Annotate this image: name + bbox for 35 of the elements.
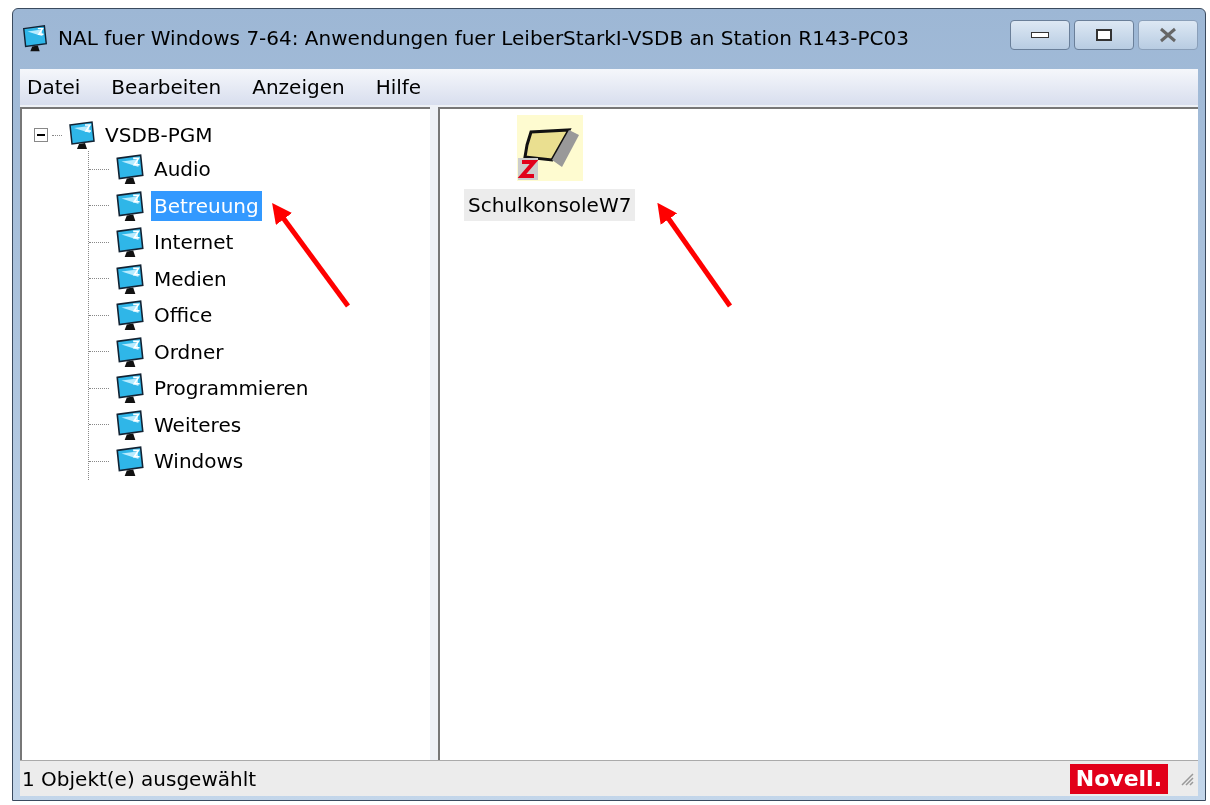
monitor-icon	[113, 334, 147, 369]
tree-item[interactable]: Weiteres	[151, 409, 245, 440]
monitor-icon	[113, 407, 147, 442]
tree-item[interactable]: Audio	[151, 154, 214, 185]
monitor-icon	[20, 23, 50, 53]
status-text: 1 Objekt(e) ausgewählt	[21, 765, 257, 793]
maximize-button[interactable]	[1074, 20, 1134, 50]
tree-item[interactable]: Windows	[151, 446, 247, 477]
monitor-icon	[113, 225, 147, 260]
tree-item[interactable]: Programmieren	[151, 373, 312, 404]
monitor-icon	[113, 298, 147, 333]
close-icon	[1158, 27, 1178, 43]
menu-item[interactable]: Datei	[25, 72, 83, 102]
resize-grip-icon[interactable]	[1180, 771, 1194, 786]
menu-item[interactable]: Hilfe	[373, 72, 424, 102]
monitor-icon	[113, 152, 147, 187]
window-title: NAL fuer Windows 7-64: Anwendungen fuer LeiberStarkI-VSDB an Station R143-PC03	[58, 25, 910, 52]
monitor-icon	[113, 371, 147, 406]
monitor-icon	[113, 444, 147, 479]
close-button[interactable]	[1138, 20, 1198, 50]
application-icon[interactable]	[516, 115, 583, 181]
monitor-icon	[66, 119, 98, 151]
monitor-icon	[113, 188, 147, 223]
monitor-icon	[113, 261, 147, 296]
menu-item[interactable]: Bearbeiten	[109, 72, 224, 102]
menu-item[interactable]: Anzeigen	[250, 72, 347, 102]
application-label[interactable]: SchulkonsoleW7	[464, 189, 636, 221]
tree-item[interactable]: VSDB-PGM	[102, 120, 216, 150]
tree-item[interactable]: Medien	[151, 263, 230, 294]
novell-logo: Novell.	[1069, 763, 1168, 794]
minimize-button[interactable]	[1010, 20, 1070, 50]
collapse-toggle[interactable]	[34, 128, 48, 142]
tree-item[interactable]: Office	[151, 300, 216, 331]
tree-item[interactable]: Internet	[151, 227, 237, 258]
tree-item[interactable]: Ordner	[151, 336, 227, 367]
